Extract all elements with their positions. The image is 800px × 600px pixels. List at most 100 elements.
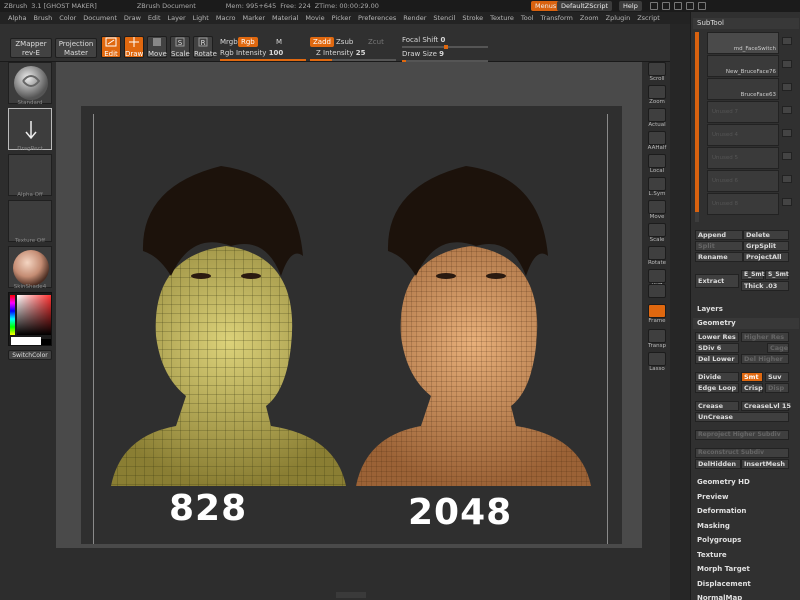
- menu-picker[interactable]: Picker: [332, 14, 351, 22]
- zcut-toggle[interactable]: Zcut: [368, 38, 384, 46]
- document-viewport[interactable]: 828 2048: [56, 62, 642, 548]
- zmapper-button[interactable]: ZMapper rev-E: [10, 38, 52, 58]
- scale-button[interactable]: S Scale: [170, 36, 190, 58]
- thick-slider[interactable]: Thick .03: [741, 281, 789, 291]
- layers-header[interactable]: Layers: [693, 304, 799, 315]
- color-picker[interactable]: [8, 292, 52, 346]
- nav-lsym-button[interactable]: L.Sym: [645, 177, 669, 197]
- reproject-button[interactable]: Reproject Higher Subdiv: [695, 430, 789, 440]
- default-zscript-button[interactable]: DefaultZScript: [557, 1, 613, 11]
- switch-color-button[interactable]: SwitchColor: [8, 350, 52, 360]
- menu-render[interactable]: Render: [403, 14, 426, 22]
- menu-brush[interactable]: Brush: [33, 14, 52, 22]
- lower-res-button[interactable]: Lower Res: [695, 332, 739, 342]
- zsub-toggle[interactable]: Zsub: [336, 38, 353, 46]
- rotate-button[interactable]: R Rotate: [193, 36, 217, 58]
- edge-loop-button[interactable]: Edge Loop: [695, 383, 739, 393]
- canvas[interactable]: [81, 106, 622, 544]
- menu-edit[interactable]: Edit: [148, 14, 161, 22]
- menus-button[interactable]: Menus: [531, 1, 561, 11]
- nav-scroll-button[interactable]: Scroll: [645, 62, 669, 82]
- geometry-header[interactable]: Geometry: [693, 318, 799, 329]
- draw-size-slider[interactable]: Draw Size 9: [402, 50, 444, 58]
- focal-shift-slider[interactable]: Focal Shift 0: [402, 36, 445, 44]
- extract-button[interactable]: Extract: [695, 274, 739, 288]
- subtool-slot[interactable]: BruceFace63: [707, 78, 792, 100]
- palette-section-texture[interactable]: Texture: [697, 551, 727, 559]
- nav-extra-button[interactable]: [645, 284, 669, 298]
- close-icon[interactable]: [698, 2, 706, 10]
- nav-move-button[interactable]: Move: [645, 200, 669, 220]
- material-thumbnail[interactable]: [8, 246, 52, 288]
- menu-stroke[interactable]: Stroke: [462, 14, 483, 22]
- e-smt-slider[interactable]: E_Smt: [741, 270, 765, 280]
- bottom-tray-handle[interactable]: [336, 592, 366, 598]
- split-button[interactable]: Split: [695, 241, 743, 251]
- insertmesh-button[interactable]: InsertMesh: [741, 459, 789, 469]
- menu-light[interactable]: Light: [193, 14, 209, 22]
- higher-res-button[interactable]: Higher Res: [741, 332, 789, 342]
- disp-button[interactable]: Disp: [765, 383, 789, 393]
- edit-button[interactable]: Edit: [101, 36, 121, 58]
- menu-preferences[interactable]: Preferences: [358, 14, 396, 22]
- nav-scale-button[interactable]: Scale: [645, 223, 669, 243]
- menu-texture[interactable]: Texture: [490, 14, 514, 22]
- grpsplit-button[interactable]: GrpSplit: [743, 241, 789, 251]
- subtool-slot[interactable]: Unused 4: [707, 124, 792, 146]
- delete-button[interactable]: Delete: [743, 230, 789, 240]
- projectall-button[interactable]: ProjectAll: [743, 252, 789, 262]
- visibility-icon[interactable]: [782, 175, 792, 183]
- crease-button[interactable]: Crease: [695, 401, 739, 411]
- visibility-icon[interactable]: [782, 152, 792, 160]
- menu-macro[interactable]: Macro: [216, 14, 236, 22]
- cage-button[interactable]: Cage: [767, 343, 789, 353]
- crisp-button[interactable]: Crisp: [741, 383, 763, 393]
- palette-section-deformation[interactable]: Deformation: [697, 507, 746, 515]
- menu-transform[interactable]: Transform: [541, 14, 573, 22]
- subtool-slot[interactable]: md_FaceSwitch: [707, 32, 792, 54]
- menu-color[interactable]: Color: [59, 14, 76, 22]
- brush-thumbnail[interactable]: [8, 62, 52, 104]
- visibility-icon[interactable]: [782, 83, 792, 91]
- smt-toggle[interactable]: Smt: [741, 372, 763, 382]
- palette-section-geometry-hd[interactable]: Geometry HD: [697, 478, 750, 486]
- subtool-slot[interactable]: New_BruceFace76: [707, 55, 792, 77]
- z-intensity-slider[interactable]: Z Intensity 25: [316, 49, 365, 57]
- reconstruct-subdiv-button[interactable]: Reconstruct Subdiv: [695, 448, 789, 458]
- subtool-slot[interactable]: Unused 7: [707, 101, 792, 123]
- nav-rotate-button[interactable]: Rotate: [645, 246, 669, 266]
- zadd-toggle[interactable]: Zadd: [310, 37, 334, 47]
- subtool-slot[interactable]: Unused 8: [707, 193, 792, 215]
- uncrease-button[interactable]: UnCrease: [695, 412, 789, 422]
- projection-master-button[interactable]: Projection Master: [55, 38, 97, 58]
- subtool-slot[interactable]: Unused 6: [707, 170, 792, 192]
- palette-section-masking[interactable]: Masking: [697, 522, 730, 530]
- subtool-scrollbar[interactable]: [695, 32, 699, 222]
- subtool-slot[interactable]: Unused 5: [707, 147, 792, 169]
- maximize-icon[interactable]: [686, 2, 694, 10]
- move-button[interactable]: Move: [147, 36, 167, 58]
- subtool-scroll-thumb[interactable]: [695, 32, 699, 212]
- nav-local-button[interactable]: Local: [645, 154, 669, 174]
- palette-section-polygroups[interactable]: Polygroups: [697, 536, 741, 544]
- rgb-toggle[interactable]: Rgb: [238, 37, 258, 47]
- palette-section-normalmap[interactable]: NormalMap: [697, 594, 742, 600]
- s-smt-slider[interactable]: S_Smt: [765, 270, 789, 280]
- visibility-icon[interactable]: [782, 60, 792, 68]
- stroke-thumbnail[interactable]: [8, 108, 52, 150]
- nav-zoom-button[interactable]: Zoom: [645, 85, 669, 105]
- creaselvl-slider[interactable]: CreaseLvl 15: [741, 401, 791, 411]
- visibility-icon[interactable]: [782, 198, 792, 206]
- mrgb-toggle[interactable]: Mrgb: [220, 38, 238, 46]
- sdiv-slider[interactable]: SDiv 6: [695, 343, 739, 353]
- menu-zoom[interactable]: Zoom: [580, 14, 599, 22]
- menu-tool[interactable]: Tool: [521, 14, 534, 22]
- menu-alpha[interactable]: Alpha: [8, 14, 26, 22]
- menu-movie[interactable]: Movie: [305, 14, 324, 22]
- subtool-header[interactable]: SubTool: [693, 18, 799, 29]
- layout-icon[interactable]: [674, 2, 682, 10]
- menu-material[interactable]: Material: [272, 14, 298, 22]
- rgb-intensity-slider[interactable]: Rgb Intensity 100: [220, 49, 283, 57]
- help-button[interactable]: Help: [619, 1, 642, 11]
- palette-section-morph-target[interactable]: Morph Target: [697, 565, 750, 573]
